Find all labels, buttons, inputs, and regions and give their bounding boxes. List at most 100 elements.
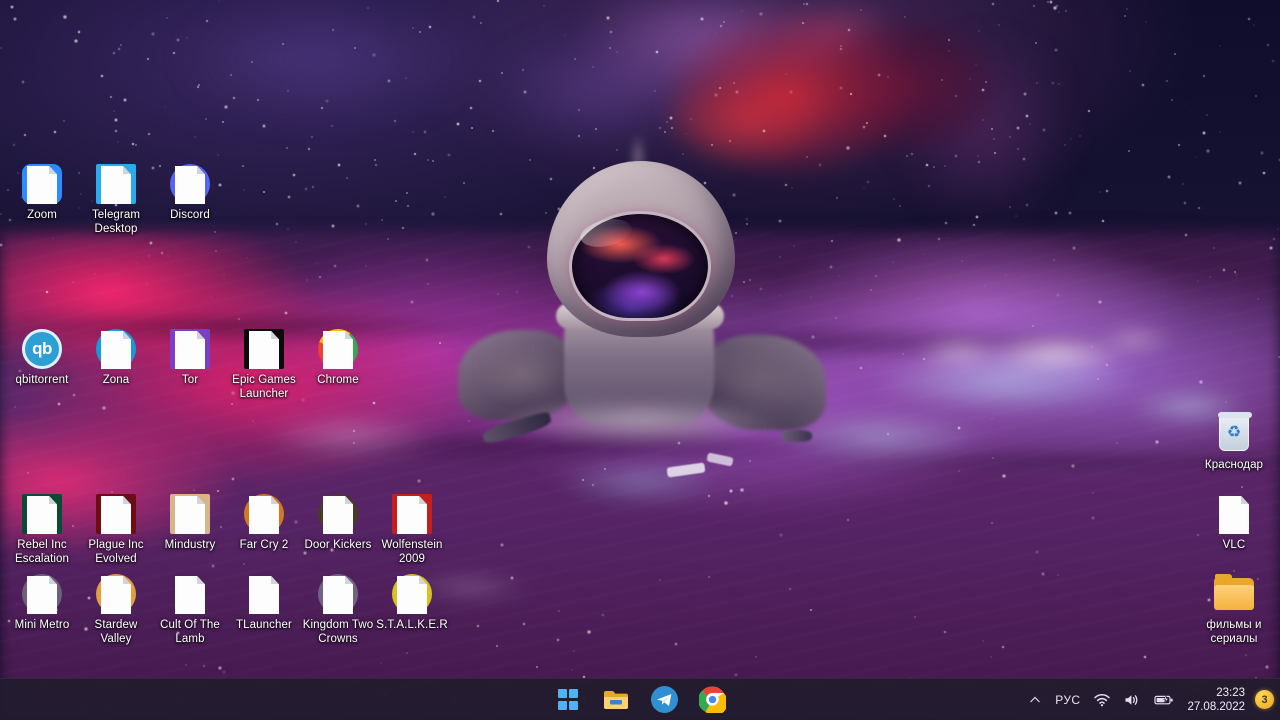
- desktop-icon-cult-of-the-lamb[interactable]: Cult Of The Lamb: [152, 572, 228, 646]
- chrome-icon: [698, 686, 726, 713]
- desktop-icon-label: Stardew Valley: [94, 619, 138, 645]
- recycle-bin-glyph: ♻: [1218, 412, 1252, 451]
- system-tray[interactable]: РУС 23:23 27.08.2022 3: [1022, 679, 1274, 720]
- document-glyph: [175, 496, 205, 534]
- start-button[interactable]: [552, 684, 584, 716]
- folder-icon: [604, 690, 628, 709]
- far-cry-2-shortcut-icon: [226, 492, 302, 538]
- folder-glyph: [1214, 574, 1254, 610]
- cult-of-the-lamb-shortcut-icon: [152, 572, 228, 618]
- document-glyph: [101, 576, 131, 614]
- rebel-inc-escalation-shortcut-icon: [4, 492, 80, 538]
- desktop-icon-discord[interactable]: Discord: [152, 162, 228, 223]
- desktop-icon-краснодар[interactable]: ♻ Краснодар: [1196, 412, 1272, 473]
- wallpaper-astronaut: [422, 133, 862, 478]
- zona-shortcut-icon: [78, 327, 154, 373]
- tor-shortcut-icon: [152, 327, 228, 373]
- qbittorrent-icon: qb: [4, 327, 80, 373]
- document-glyph: [397, 576, 427, 614]
- mindustry-shortcut-icon: [152, 492, 228, 538]
- vlc-shortcut-icon: [1196, 492, 1272, 538]
- document-glyph: [175, 576, 205, 614]
- movies-and-series-folder-icon: [1196, 572, 1272, 618]
- desktop-icon-far-cry-2[interactable]: Far Cry 2: [226, 492, 302, 553]
- clock-date: 27.08.2022: [1187, 700, 1245, 713]
- desktop[interactable]: Zoom Telegram Desktop Discord qb qbittorrent…: [0, 0, 1280, 720]
- mini-metro-shortcut-icon: [4, 572, 80, 618]
- telegram-icon: [650, 686, 678, 713]
- plague-inc-evolved-shortcut-icon: [78, 492, 154, 538]
- desktop-icon-zoom[interactable]: Zoom: [4, 162, 80, 223]
- desktop-icon-mini-metro[interactable]: Mini Metro: [4, 572, 80, 633]
- battery-icon: [1154, 694, 1174, 704]
- desktop-icon-label: qbittorrent: [15, 374, 69, 386]
- desktop-icon-tor[interactable]: Tor: [152, 327, 228, 388]
- document-glyph: [27, 166, 57, 204]
- kingdom-two-crowns-shortcut-icon: [300, 572, 376, 618]
- desktop-icon-vlc[interactable]: VLC: [1196, 492, 1272, 553]
- document-glyph: [27, 576, 57, 614]
- volume-button[interactable]: [1117, 684, 1147, 716]
- desktop-icon-wolfenstein-2009[interactable]: Wolfenstein 2009: [374, 492, 450, 566]
- desktop-icon-mindustry[interactable]: Mindustry: [152, 492, 228, 553]
- desktop-icon-tlauncher[interactable]: TLauncher: [226, 572, 302, 633]
- document-glyph: [175, 166, 205, 204]
- desktop-icon-stardew-valley[interactable]: Stardew Valley: [78, 572, 154, 646]
- chevron-up-icon: [1030, 696, 1041, 702]
- desktop-icon-epic-games-launcher[interactable]: Epic Games Launcher: [226, 327, 302, 401]
- desktop-icon-label: Far Cry 2: [239, 539, 289, 551]
- stardew-valley-shortcut-icon: [78, 572, 154, 618]
- document-glyph: [1219, 496, 1249, 534]
- telegram-button[interactable]: [648, 684, 680, 716]
- document-glyph: [323, 576, 353, 614]
- desktop-icon-label: фильмы и сериалы: [1206, 619, 1262, 645]
- stalker-shortcut-icon: [374, 572, 450, 618]
- clock[interactable]: 23:23 27.08.2022: [1181, 684, 1253, 716]
- telegram-desktop-shortcut-icon: [78, 162, 154, 208]
- desktop-icon-фильмы-и-сериалы[interactable]: фильмы и сериалы: [1196, 572, 1272, 646]
- battery-button[interactable]: [1147, 684, 1181, 716]
- desktop-icon-label: Краснодар: [1204, 459, 1264, 471]
- document-glyph: [397, 496, 427, 534]
- discord-shortcut-icon: [152, 162, 228, 208]
- desktop-icon-label: Tor: [181, 374, 199, 386]
- document-glyph: [249, 576, 279, 614]
- file-explorer-button[interactable]: [600, 684, 632, 716]
- network-button[interactable]: [1087, 684, 1117, 716]
- notification-badge[interactable]: 3: [1255, 690, 1274, 709]
- tlauncher-shortcut-icon: [226, 572, 302, 618]
- desktop-icon-zona[interactable]: Zona: [78, 327, 154, 388]
- desktop-icon-telegram-desktop[interactable]: Telegram Desktop: [78, 162, 154, 236]
- desktop-icon-label: TLauncher: [236, 619, 292, 631]
- taskbar[interactable]: РУС 23:23 27.08.2022 3: [0, 678, 1280, 720]
- desktop-icon-rebel-inc-escalation[interactable]: Rebel Inc Escalation: [4, 492, 80, 566]
- desktop-icon-qbittorrent[interactable]: qb qbittorrent: [4, 327, 80, 388]
- desktop-icon-chrome[interactable]: Chrome: [300, 327, 376, 388]
- wifi-icon: [1094, 693, 1111, 706]
- desktop-icon-label: Mini Metro: [14, 619, 70, 631]
- language-indicator[interactable]: РУС: [1048, 684, 1087, 716]
- desktop-icon-label: Zoom: [27, 209, 57, 221]
- qbittorrent-glyph: qb: [22, 329, 62, 369]
- desktop-icon-s-t-a-l-k-e-r[interactable]: S.T.A.L.K.E.R: [374, 572, 450, 633]
- desktop-icon-plague-inc-evolved[interactable]: Plague Inc Evolved: [78, 492, 154, 566]
- desktop-icon-label: Mindustry: [164, 539, 216, 551]
- document-glyph: [249, 331, 279, 369]
- desktop-icon-label: Discord: [170, 209, 210, 221]
- desktop-icon-door-kickers[interactable]: Door Kickers: [300, 492, 376, 553]
- desktop-icon-kingdom-two-crowns[interactable]: Kingdom Two Crowns: [300, 572, 376, 646]
- zoom-shortcut-icon: [4, 162, 80, 208]
- show-hidden-icons-button[interactable]: [1022, 684, 1048, 716]
- chrome-button[interactable]: [696, 684, 728, 716]
- desktop-icon-label: Chrome: [317, 374, 359, 386]
- desktop-icon-label: VLC: [1222, 539, 1246, 551]
- recycle-bin-icon: ♻: [1196, 412, 1272, 458]
- taskbar-app-buttons[interactable]: [552, 679, 728, 720]
- windows-logo-icon: [557, 689, 579, 710]
- desktop-icon-label: Kingdom Two Crowns: [302, 619, 374, 645]
- document-glyph: [249, 496, 279, 534]
- desktop-icon-label: Rebel Inc Escalation: [14, 539, 70, 565]
- document-glyph: [175, 331, 205, 369]
- document-glyph: [101, 331, 131, 369]
- speaker-icon: [1125, 694, 1138, 705]
